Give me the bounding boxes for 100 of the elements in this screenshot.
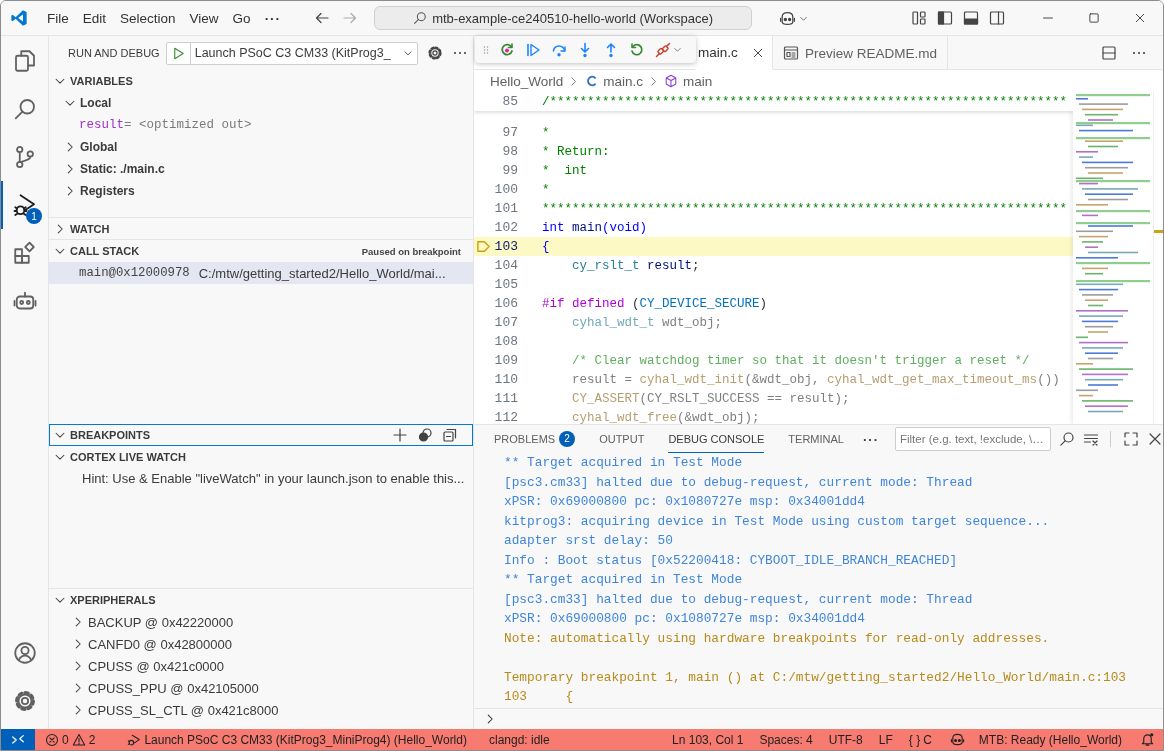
search-icon[interactable]: [12, 97, 37, 121]
status-item[interactable]: LF: [872, 729, 899, 750]
close-icon[interactable]: [1134, 12, 1146, 24]
section-title[interactable]: CALL STACK: [70, 245, 140, 257]
warning-icon[interactable]: [71, 732, 86, 747]
copilot-icon[interactable]: [779, 9, 796, 27]
panel-tab[interactable]: TERMINAL: [788, 425, 844, 453]
braces-icon[interactable]: { }: [908, 732, 921, 747]
status-label: Paused on breakpoint: [361, 245, 461, 257]
status-item[interactable]: clangd: idle: [482, 729, 556, 750]
panel-toggle-icon[interactable]: [963, 10, 979, 26]
status-item[interactable]: Launch PSoC C3 CM33 (KitProg3_MiniProg4) (Hello_World): [144, 732, 467, 747]
more-menu[interactable]: ···: [257, 7, 289, 29]
tree-item[interactable]: BACKUP @ 0x42220000: [88, 614, 234, 630]
console-line: [psc3.cm33] halted due to debug-request, current mode: Thread: [504, 590, 974, 609]
panel-tab[interactable]: OUTPUT: [599, 425, 645, 453]
status-item[interactable]: Ln 103, Col 1: [666, 729, 750, 750]
tree-item[interactable]: Static: ./main.c: [80, 162, 165, 176]
tree-item[interactable]: CPUSS_SL_CTL @ 0x421c8000: [88, 702, 279, 718]
console-line: ** Target acquired in Test Mode: [504, 571, 744, 589]
continue-icon[interactable]: [525, 41, 541, 58]
tree-item[interactable]: Global: [80, 140, 118, 154]
breadcrumb-item[interactable]: Hello_World: [490, 73, 564, 89]
stack-frame[interactable]: main@0x12000978 C:/mtw/getting_started2/Hello_World/mai...: [49, 262, 473, 284]
account-icon[interactable]: [12, 641, 37, 665]
copilot-icon[interactable]: [949, 732, 965, 747]
plus-icon[interactable]: [392, 427, 408, 443]
panel-title: RUN AND DEBUG: [68, 47, 160, 59]
code-line: /* Clear watchdog timer so that it doesn't trigger a reset */: [571, 353, 1030, 368]
section-title[interactable]: BREAKPOINTS: [70, 429, 151, 441]
toggle-breakpoints-icon[interactable]: [417, 427, 433, 443]
remote-button[interactable]: [1, 729, 35, 750]
code-line: int main(void): [542, 220, 648, 235]
tree-item[interactable]: CPUSS @ 0x421c0000: [88, 658, 225, 674]
editor-tab[interactable]: main.c: [695, 36, 773, 70]
debug-icon[interactable]: [127, 732, 142, 747]
launch-config-dropdown[interactable]: Launch PSoC C3 CM33 (KitProg3_: [165, 41, 418, 65]
back-arrow-icon[interactable]: [314, 10, 331, 26]
menu-item[interactable]: View: [182, 7, 226, 29]
console-line: xPSR: 0x69000800 pc: 0x1080727e msp: 0x34001dd4: [504, 610, 866, 628]
tree-item[interactable]: CPUSS_PPU @ 0x42105000: [88, 680, 259, 696]
close-icon[interactable]: [752, 46, 764, 59]
settings-icon[interactable]: [12, 689, 37, 713]
explorer-icon[interactable]: [12, 49, 37, 73]
console-line: [psc3.cm33] halted due to debug-request, current mode: Thread: [504, 473, 974, 492]
tree-item[interactable]: Local: [80, 96, 112, 110]
disconnect-icon[interactable]: [655, 41, 671, 58]
menu-item[interactable]: Go: [225, 7, 258, 29]
error-icon[interactable]: [45, 732, 59, 747]
breadcrumb-item[interactable]: main.c: [603, 73, 644, 89]
console-line: adapter srst delay: 50: [504, 532, 674, 550]
variable-row[interactable]: result= <optimized out>: [49, 114, 473, 136]
code-line: result = cyhal_wdt_init(&wdt_obj, cyhal_wdt_get_max_timeout_ms()): [571, 372, 1060, 387]
section-header[interactable]: BREAKPOINTS: [49, 424, 473, 446]
line-number: 112: [494, 409, 518, 424]
editor-tab[interactable]: Preview README.md: [773, 36, 949, 70]
section-title[interactable]: XPERIPHERALS: [70, 594, 156, 606]
restart-icon[interactable]: [629, 41, 645, 58]
more-button[interactable]: ···: [862, 431, 879, 447]
split-editor-icon[interactable]: [1101, 44, 1117, 61]
settings-icon[interactable]: [426, 45, 443, 61]
secondary-sidebar-icon[interactable]: [989, 10, 1005, 26]
panel-tab[interactable]: PROBLEMS 2: [494, 425, 576, 453]
console-line: kitprog3: acquiring device in Test Mode using custom target sequence...: [504, 512, 1051, 531]
section-title[interactable]: WATCH: [70, 223, 110, 235]
warning-count[interactable]: 2: [88, 732, 96, 747]
section-title[interactable]: VARIABLES: [70, 75, 133, 87]
clear-console-icon[interactable]: [1083, 431, 1100, 447]
section-title[interactable]: CORTEX LIVE WATCH: [70, 451, 186, 463]
error-count[interactable]: 0: [62, 732, 69, 747]
extensions-icon[interactable]: [12, 241, 37, 265]
menu-item[interactable]: Edit: [75, 7, 114, 29]
search-icon[interactable]: [1059, 431, 1076, 447]
status-item[interactable]: UTF-8: [822, 729, 869, 750]
status-item[interactable]: MTB: Ready (Hello_World): [972, 729, 1128, 750]
menu-item[interactable]: Selection: [113, 7, 183, 29]
hint-text: Hint: Use & Enable "liveWatch" in your launch.json to enable this...: [81, 470, 466, 488]
console-line: Temporary breakpoint 1, main () at C:/mtw/getting_started2/Hello_World/main.c:103: [504, 668, 1128, 687]
code-line: cyhal_wdt_t wdt_obj;: [571, 315, 723, 330]
layout-icon[interactable]: [911, 10, 927, 26]
panel-tab[interactable]: DEBUG CONSOLE: [668, 425, 765, 453]
menu-item[interactable]: File: [40, 7, 76, 29]
code-line: cy_rslt_t result;: [571, 258, 700, 273]
command-center[interactable]: mtb-example-ce240510-hello-world (Workspace): [374, 6, 752, 30]
maximize-icon[interactable]: [1088, 12, 1100, 24]
line-number: 98: [501, 143, 518, 161]
code-line: **********************************************************************: [542, 201, 1068, 216]
tree-item[interactable]: CANFD0 @ 0x42800000: [88, 636, 232, 652]
line-number: 111: [494, 390, 518, 408]
breadcrumb-item[interactable]: main: [683, 73, 713, 89]
filter-field[interactable]: Filter (e.g. text, !exclude, \…: [894, 427, 1052, 451]
close-icon[interactable]: [1147, 431, 1163, 447]
sidebar-toggle-icon[interactable]: [937, 10, 953, 26]
collapse-all-icon[interactable]: [442, 427, 458, 443]
maximize-panel-icon[interactable]: [1123, 431, 1139, 447]
status-item[interactable]: Spaces: 4: [753, 729, 819, 750]
language-mode[interactable]: C: [923, 732, 932, 747]
bell-icon[interactable]: [1140, 732, 1155, 747]
reset-device-icon[interactable]: [499, 41, 515, 58]
tree-item[interactable]: Registers: [80, 184, 135, 198]
